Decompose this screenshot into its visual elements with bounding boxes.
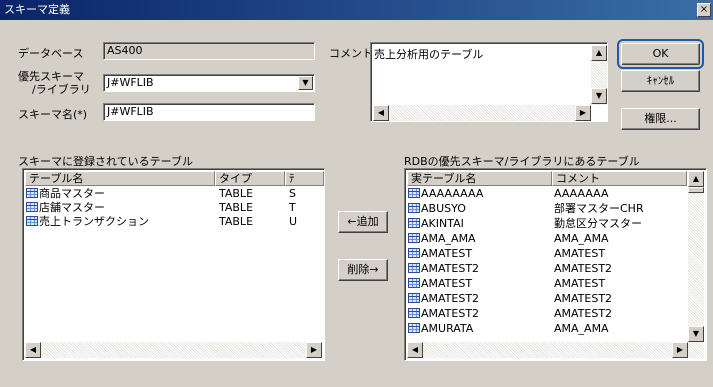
table-row-name: AMATEST2 bbox=[421, 292, 480, 305]
table-row-name: 売上トランザクション bbox=[39, 215, 149, 228]
table-row-comment: 部署マスターCHR bbox=[554, 202, 644, 215]
table-row[interactable]: AMATEST AMATEST bbox=[408, 247, 686, 261]
table-row-name: AMATEST bbox=[421, 277, 473, 290]
right-hscroll-track[interactable] bbox=[407, 342, 704, 358]
table-row-extra: S bbox=[289, 187, 296, 200]
table-row-name: AMATEST2 bbox=[421, 307, 480, 320]
scroll-right-icon[interactable]: ▶ bbox=[575, 105, 591, 121]
table-icon bbox=[408, 263, 420, 273]
table-icon bbox=[408, 308, 420, 318]
table-row-name: AAAAAAAA bbox=[421, 187, 484, 200]
left-hscroll-track[interactable] bbox=[25, 342, 322, 358]
right-vscroll-track[interactable] bbox=[688, 171, 704, 342]
table-icon bbox=[26, 216, 38, 226]
right-list-heading: RDBの優先スキーマ/ライブラリにあるテーブル bbox=[404, 155, 640, 168]
priority-schema-label-line2: /ライブラリ bbox=[32, 83, 91, 96]
schema-definition-dialog: スキーマ定義 × データベース AS400 優先スキーマ /ライブラリ J#WF… bbox=[0, 0, 713, 387]
comment-textarea[interactable]: 売上分析用のテーブル ▲ ▼ ◀ ▶ bbox=[370, 42, 608, 122]
title-bar: スキーマ定義 × bbox=[0, 0, 713, 20]
table-row-name: AMATEST2 bbox=[421, 262, 480, 275]
table-row-name: AKINTAI bbox=[421, 217, 464, 230]
table-row-comment: AMATEST2 bbox=[554, 292, 613, 305]
table-icon bbox=[408, 218, 420, 228]
table-row[interactable]: AAAAAAAA AAAAAAA bbox=[408, 187, 686, 201]
table-row-comment: AMA_AMA bbox=[554, 232, 609, 245]
table-icon bbox=[26, 188, 38, 198]
table-row-comment: AMATEST2 bbox=[554, 262, 613, 275]
scroll-up-icon[interactable]: ▲ bbox=[688, 171, 704, 187]
table-row-comment: AMATEST bbox=[554, 277, 606, 290]
column-header-real-table-name[interactable]: 実テーブル名 bbox=[407, 171, 552, 186]
window-title: スキーマ定義 bbox=[4, 3, 70, 16]
priority-schema-select[interactable]: J#WFLIB ▼ bbox=[103, 74, 315, 92]
table-row-type: TABLE bbox=[219, 215, 254, 228]
remove-button[interactable]: 削除→ bbox=[338, 259, 388, 281]
table-row[interactable]: ABUSYO 部署マスターCHR bbox=[408, 202, 686, 216]
comment-label: コメント bbox=[329, 47, 373, 60]
table-row-comment: AMA_AMA bbox=[554, 322, 609, 335]
table-icon bbox=[408, 203, 420, 213]
rdb-tables-list[interactable]: 実テーブル名 コメント AAAAAAAA AAAAAAA ABUSYO 部署マスターC… bbox=[404, 168, 707, 361]
column-header-extra[interactable]: ﾃ bbox=[285, 171, 324, 186]
database-field: AS400 bbox=[103, 42, 315, 60]
dropdown-arrow-icon[interactable]: ▼ bbox=[298, 76, 313, 90]
table-row[interactable]: AMATEST AMATEST bbox=[408, 277, 686, 291]
table-row-name: AMURATA bbox=[421, 322, 474, 335]
registered-tables-list[interactable]: テーブル名 タイプ ﾃ 商品マスター TABLE S 店舗マスター TABLE … bbox=[22, 168, 325, 361]
schema-name-label: スキーマ名(*) bbox=[18, 108, 88, 121]
table-row[interactable]: 店舗マスター TABLE T bbox=[26, 201, 321, 215]
table-row-extra: U bbox=[289, 215, 298, 228]
add-button[interactable]: ←追加 bbox=[338, 211, 388, 233]
scroll-left-icon[interactable]: ◀ bbox=[373, 105, 389, 121]
table-row[interactable]: AMA_AMA AMA_AMA bbox=[408, 232, 686, 246]
table-row-comment: 勤怠区分マスター bbox=[554, 217, 642, 230]
right-vscroll-thumb[interactable] bbox=[688, 187, 704, 193]
table-row-type: TABLE bbox=[219, 201, 254, 214]
ok-button[interactable]: OK bbox=[617, 39, 704, 69]
database-label: データベース bbox=[18, 47, 84, 60]
table-row[interactable]: 売上トランザクション TABLE U bbox=[26, 215, 321, 229]
table-row[interactable]: AMATEST2 AMATEST2 bbox=[408, 307, 686, 321]
table-row-comment: AAAAAAA bbox=[554, 187, 609, 200]
column-header-table-name[interactable]: テーブル名 bbox=[25, 171, 215, 186]
permission-button[interactable]: 権限... bbox=[621, 108, 700, 130]
table-row[interactable]: 商品マスター TABLE S bbox=[26, 187, 321, 201]
comment-text: 売上分析用のテーブル bbox=[374, 48, 484, 61]
comment-hscroll-track[interactable] bbox=[373, 105, 591, 121]
schema-name-input[interactable]: J#WFLIB bbox=[103, 103, 315, 121]
table-row-name: ABUSYO bbox=[421, 202, 466, 215]
scroll-down-icon[interactable]: ▼ bbox=[688, 326, 704, 342]
left-list-heading: スキーマに登録されているテーブル bbox=[18, 155, 194, 168]
cancel-button[interactable]: ｷｬﾝｾﾙ bbox=[621, 70, 700, 92]
table-icon bbox=[26, 202, 38, 212]
scroll-right-icon[interactable]: ▶ bbox=[672, 342, 688, 358]
table-row-extra: T bbox=[289, 201, 296, 214]
table-icon bbox=[408, 323, 420, 333]
table-icon bbox=[408, 248, 420, 258]
table-row-name: AMA_AMA bbox=[421, 232, 476, 245]
column-header-type[interactable]: タイプ bbox=[215, 171, 285, 186]
close-button[interactable]: × bbox=[697, 3, 711, 17]
table-row-name: 店舗マスター bbox=[39, 201, 105, 214]
table-row-name: 商品マスター bbox=[39, 187, 105, 200]
table-icon bbox=[408, 278, 420, 288]
table-row[interactable]: AMATEST2 AMATEST2 bbox=[408, 262, 686, 276]
scroll-right-icon[interactable]: ▶ bbox=[306, 342, 322, 358]
scroll-left-icon[interactable]: ◀ bbox=[25, 342, 41, 358]
table-row[interactable]: AKINTAI 勤怠区分マスター bbox=[408, 217, 686, 231]
table-row[interactable]: AMATEST2 AMATEST2 bbox=[408, 292, 686, 306]
table-row-type: TABLE bbox=[219, 187, 254, 200]
column-header-comment[interactable]: コメント bbox=[552, 171, 687, 186]
table-row[interactable]: AMURATA AMA_AMA bbox=[408, 322, 686, 336]
table-row-name: AMATEST bbox=[421, 247, 473, 260]
table-row-comment: AMATEST bbox=[554, 247, 606, 260]
scroll-left-icon[interactable]: ◀ bbox=[407, 342, 423, 358]
table-icon bbox=[408, 293, 420, 303]
priority-schema-value: J#WFLIB bbox=[107, 76, 154, 89]
table-icon bbox=[408, 233, 420, 243]
scroll-up-icon[interactable]: ▲ bbox=[591, 45, 607, 61]
table-icon bbox=[408, 188, 420, 198]
scroll-down-icon[interactable]: ▼ bbox=[591, 88, 607, 104]
table-row-comment: AMATEST2 bbox=[554, 307, 613, 320]
